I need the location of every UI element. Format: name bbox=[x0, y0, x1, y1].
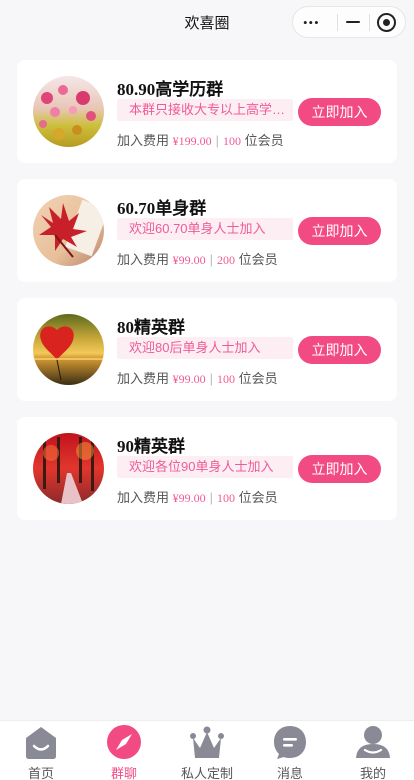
join-button[interactable]: 立即加入 bbox=[298, 336, 381, 364]
divider: | bbox=[209, 252, 214, 267]
close-target-icon[interactable] bbox=[377, 13, 396, 32]
compass-icon bbox=[107, 725, 141, 759]
divider: | bbox=[209, 490, 214, 505]
group-fee-info: 加入费用 ¥199.00 | 100 位会员 bbox=[117, 130, 284, 149]
fee-label: 加入费用 bbox=[117, 252, 170, 267]
user-icon bbox=[356, 726, 390, 758]
minimize-icon[interactable] bbox=[346, 21, 360, 23]
divider: | bbox=[215, 133, 220, 148]
fee-price: ¥99.00 bbox=[172, 491, 206, 505]
fee-price: ¥99.00 bbox=[172, 372, 206, 386]
capsule-divider bbox=[337, 14, 338, 31]
group-card[interactable]: 60.70单身群 欢迎60.70单身人士加入 加入费用 ¥99.00 | 200 位… bbox=[17, 179, 397, 282]
divider: | bbox=[209, 371, 214, 386]
join-button[interactable]: 立即加入 bbox=[298, 98, 381, 126]
member-suffix: 位会员 bbox=[238, 371, 278, 386]
tab-private-custom[interactable]: 私人定制 bbox=[166, 721, 248, 780]
fee-label: 加入费用 bbox=[117, 371, 170, 386]
group-name: 60.70单身群 bbox=[117, 199, 207, 218]
join-button[interactable]: 立即加入 bbox=[298, 217, 381, 245]
tab-label: 群聊 bbox=[110, 766, 137, 780]
chat-bubble-icon bbox=[274, 726, 306, 759]
group-description: 本群只接收大专以上高学历会员 bbox=[117, 99, 293, 121]
group-avatar bbox=[33, 76, 104, 147]
group-avatar bbox=[33, 433, 104, 504]
bottom-tab-bar: 首页 群聊 私人定制 消息 我的 bbox=[0, 720, 414, 780]
group-fee-info: 加入费用 ¥99.00 | 200 位会员 bbox=[117, 249, 278, 268]
tab-messages[interactable]: 消息 bbox=[249, 721, 331, 780]
member-suffix: 位会员 bbox=[244, 133, 284, 148]
group-name: 80精英群 bbox=[117, 318, 185, 337]
capsule-divider bbox=[369, 14, 370, 31]
group-card[interactable]: 80.90高学历群 本群只接收大专以上高学历会员 加入费用 ¥199.00 | 10… bbox=[17, 60, 397, 163]
group-card[interactable]: 90精英群 欢迎各位90单身人士加入 加入费用 ¥99.00 | 100 位会员 立… bbox=[17, 417, 397, 520]
home-icon bbox=[26, 727, 56, 759]
group-description: 欢迎80后单身人士加入 bbox=[117, 337, 293, 359]
member-suffix: 位会员 bbox=[238, 490, 278, 505]
member-count: 100 bbox=[217, 491, 236, 505]
member-count: 100 bbox=[223, 134, 242, 148]
fee-price: ¥99.00 bbox=[172, 253, 206, 267]
member-count: 100 bbox=[217, 372, 236, 386]
tab-label: 消息 bbox=[276, 766, 303, 780]
tab-home[interactable]: 首页 bbox=[0, 721, 82, 780]
member-count: 200 bbox=[217, 253, 236, 267]
group-description: 欢迎60.70单身人士加入 bbox=[117, 218, 293, 240]
tab-label: 首页 bbox=[27, 766, 54, 780]
group-name: 80.90高学历群 bbox=[117, 80, 224, 99]
group-fee-info: 加入费用 ¥99.00 | 100 位会员 bbox=[117, 368, 278, 387]
fee-label: 加入费用 bbox=[117, 133, 170, 148]
tab-mine[interactable]: 我的 bbox=[332, 721, 414, 780]
tab-label: 我的 bbox=[359, 766, 386, 780]
group-name: 90精英群 bbox=[117, 437, 185, 456]
fee-label: 加入费用 bbox=[117, 490, 170, 505]
tab-label: 私人定制 bbox=[180, 766, 233, 780]
navigation-bar: 欢喜圈 ••• bbox=[0, 0, 414, 44]
fee-price: ¥199.00 bbox=[172, 134, 212, 148]
group-fee-info: 加入费用 ¥99.00 | 100 位会员 bbox=[117, 487, 278, 506]
group-avatar bbox=[33, 195, 104, 266]
tab-group-chat[interactable]: 群聊 bbox=[83, 721, 165, 780]
group-card[interactable]: 80精英群 欢迎80后单身人士加入 加入费用 ¥99.00 | 100 位会员 立即… bbox=[17, 298, 397, 401]
more-icon[interactable]: ••• bbox=[303, 15, 320, 31]
member-suffix: 位会员 bbox=[238, 252, 278, 267]
mini-program-capsule: ••• bbox=[292, 6, 406, 38]
group-description: 欢迎各位90单身人士加入 bbox=[117, 456, 293, 478]
join-button[interactable]: 立即加入 bbox=[298, 455, 381, 483]
group-avatar bbox=[33, 314, 104, 385]
crown-icon bbox=[190, 726, 224, 758]
